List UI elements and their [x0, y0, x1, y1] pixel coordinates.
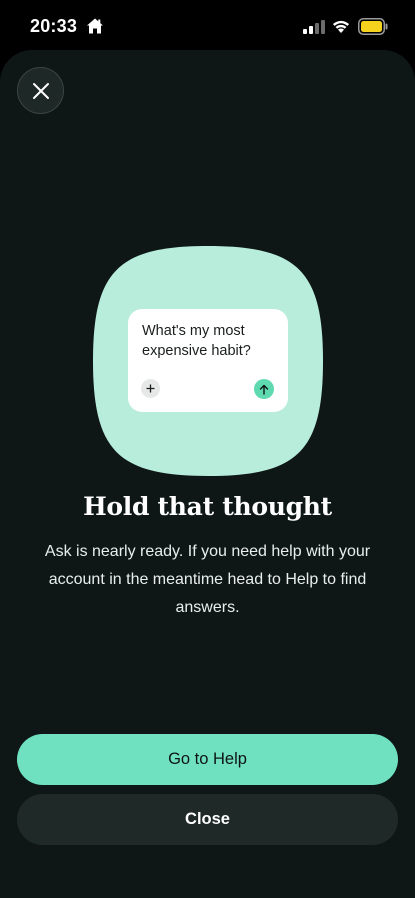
close-icon-button[interactable]	[17, 67, 64, 114]
sheet-body-text: Ask is nearly ready. If you need help wi…	[44, 543, 371, 616]
go-to-help-button[interactable]: Go to Help	[17, 734, 398, 785]
ask-illustration: What's my most expensive habit?	[93, 246, 323, 476]
prompt-card: What's my most expensive habit?	[128, 309, 288, 412]
bottom-sheet: What's my most expensive habit? Hold tha…	[0, 50, 415, 898]
close-icon	[32, 82, 49, 99]
home-icon	[87, 18, 103, 34]
prompt-text: What's my most expensive habit?	[142, 323, 251, 359]
screen: 20:33 What's my most expensive habit? Ho…	[0, 0, 415, 898]
battery-icon	[358, 18, 388, 35]
sheet-title: Hold that thought	[83, 492, 332, 521]
wifi-icon	[333, 20, 349, 33]
signal-icon	[303, 20, 325, 34]
close-button[interactable]: Close	[17, 794, 398, 845]
add-icon	[141, 379, 160, 398]
arrow-up-icon	[254, 379, 274, 399]
status-bar: 20:33	[0, 0, 415, 52]
status-time: 20:33	[30, 16, 78, 36]
